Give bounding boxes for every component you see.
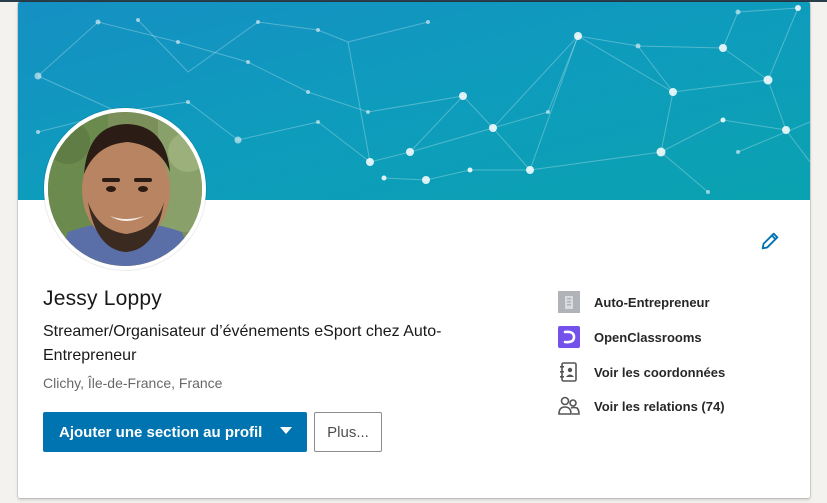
caret-down-icon — [280, 427, 292, 434]
sidebar-item-connections-label: Voir les relations (74) — [594, 398, 725, 414]
add-profile-section-button[interactable]: Ajouter une section au profil — [43, 412, 307, 452]
sidebar-item-company-label: Auto-Entrepreneur — [594, 294, 710, 310]
profile-photo[interactable] — [44, 108, 206, 270]
profile-headline: Streamer/Organisateur d’événements eSpor… — [43, 323, 442, 364]
profile-photo-image — [48, 112, 202, 266]
sidebar-item-school-label: OpenClassrooms — [594, 329, 702, 345]
more-actions-label: Plus... — [327, 423, 369, 441]
connections-icon — [557, 394, 581, 418]
more-actions-button[interactable]: Plus... — [314, 412, 382, 452]
company-building-icon — [557, 290, 581, 314]
profile-card: Jessy Loppy Streamer/Organisateur d’évén… — [18, 2, 810, 498]
openclassrooms-logo-icon — [557, 325, 581, 349]
add-profile-section-label: Ajouter une section au profil — [59, 423, 263, 441]
sidebar-item-contact-info-label: Voir les coordonnées — [594, 364, 726, 380]
sidebar-item-school[interactable]: OpenClassrooms — [557, 324, 702, 350]
profile-location: Clichy, Île-de-France, France — [43, 375, 223, 391]
profile-name: Jessy Loppy — [43, 287, 162, 310]
sidebar-item-connections[interactable]: Voir les relations (74) — [557, 393, 725, 419]
pencil-icon — [761, 232, 779, 250]
sidebar-item-contact-info[interactable]: Voir les coordonnées — [557, 359, 725, 385]
sidebar-item-company[interactable]: Auto-Entrepreneur — [557, 289, 710, 315]
edit-profile-button[interactable] — [756, 227, 784, 255]
contact-card-icon — [557, 360, 581, 384]
